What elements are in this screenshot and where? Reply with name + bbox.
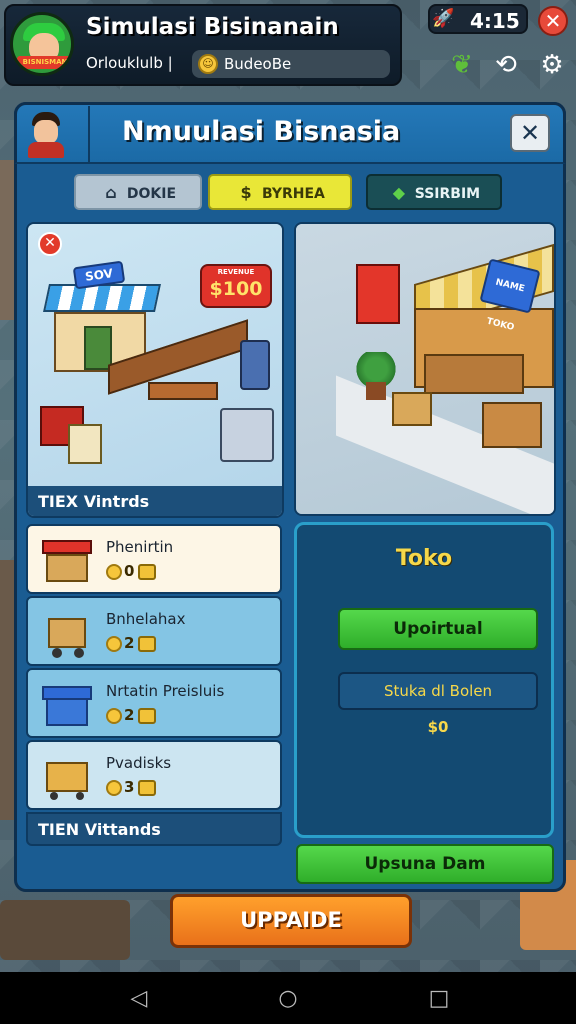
- close-icon[interactable]: ✕: [538, 6, 568, 36]
- list-item[interactable]: Phenirtin 0: [26, 524, 282, 594]
- item-name: Bnhelahax: [106, 610, 186, 628]
- tier-scene: SOV REVENUE $100 ✕: [28, 224, 282, 486]
- list-item[interactable]: Bnhelahax 2: [26, 596, 282, 666]
- rocket-icon: 🚀: [432, 8, 455, 29]
- upgrade-button[interactable]: Upoirtual: [338, 608, 538, 650]
- tab-gems[interactable]: ◆ SSIRBIM: [366, 174, 502, 210]
- diamond-icon: ◆: [392, 183, 406, 202]
- atm-icon: [220, 408, 274, 462]
- time-display: 🚀 4:15: [428, 4, 528, 34]
- price-value: $100: [209, 278, 263, 300]
- coin-display: ☺ BudeoBe: [192, 50, 390, 78]
- tab-money-label: BYRHEA: [261, 186, 325, 202]
- player-avatar[interactable]: BISNISMAN: [10, 12, 74, 76]
- coin-label: BudeoBe: [224, 55, 292, 73]
- list-item[interactable]: Pvadisks 3: [26, 740, 282, 810]
- money-plant-icon[interactable]: ❦: [444, 48, 480, 82]
- shelf-icon: [482, 402, 542, 448]
- share-icon[interactable]: ⟲: [488, 48, 524, 82]
- item-name: Pvadisks: [106, 754, 172, 772]
- market-stall-icon: [38, 534, 96, 586]
- tab-money[interactable]: $ BYRHEA: [208, 174, 352, 210]
- red-sign-icon: [356, 264, 400, 324]
- vending-machine-icon: [240, 340, 270, 390]
- tab-store[interactable]: ⌂ DOKIE: [74, 174, 202, 210]
- tab-store-label: DOKIE: [126, 186, 177, 202]
- shop-title: Toko: [395, 546, 453, 571]
- stock-value: $0: [427, 718, 449, 736]
- tier-preview-card[interactable]: SOV REVENUE $100 ✕ TIEX Vintrds: [26, 222, 284, 518]
- basket-icon: [38, 750, 96, 802]
- bench-icon: [108, 319, 248, 412]
- home-icon[interactable]: ○: [273, 984, 303, 1014]
- shop-interior-card[interactable]: NAME TOKO: [294, 222, 556, 516]
- gear-icon[interactable]: ⚙: [534, 48, 570, 82]
- tier-footer-label: TIEN Vittands: [26, 812, 282, 846]
- tab-gems-label: SSIRBIM: [414, 186, 481, 202]
- item-stats: 2: [106, 706, 157, 724]
- buy-button[interactable]: Upsuna Dam: [296, 844, 554, 884]
- item-name: Phenirtin: [106, 538, 174, 556]
- item-stats: 2: [106, 634, 157, 652]
- player-subtitle: Orlouklulb |: [86, 54, 173, 72]
- cart-icon: [38, 606, 96, 658]
- crate-icon: [68, 424, 102, 464]
- panel-close-button[interactable]: ✕: [510, 114, 550, 152]
- list-item[interactable]: Nrtatin Preisluis 2: [26, 668, 282, 738]
- tier-label: TIEX Vintrds: [28, 486, 282, 516]
- panel-title: Nmuulasi Bisnasia: [122, 116, 401, 147]
- warehouse-icon: [38, 678, 96, 730]
- back-icon[interactable]: ◁: [124, 984, 154, 1014]
- coin-icon: ☺: [198, 54, 218, 74]
- store-icon: ⌂: [105, 183, 117, 202]
- avatar-tag: BISNISMAN: [17, 56, 71, 69]
- item-stats: 0: [106, 562, 157, 580]
- clock-time: 4:15: [470, 9, 520, 33]
- shop-scene: NAME TOKO: [296, 224, 554, 514]
- money-icon: $: [240, 183, 252, 202]
- item-name: Nrtatin Preisluis: [106, 682, 225, 700]
- header-divider: [88, 106, 90, 162]
- boxes-icon: [392, 392, 432, 426]
- price-bubble: REVENUE $100: [200, 264, 272, 308]
- game-title: Simulasi Bisinanain: [86, 14, 339, 40]
- manager-avatar: [20, 110, 74, 160]
- stock-label: Stuka dl Bolen: [338, 672, 538, 710]
- recents-icon[interactable]: □: [424, 984, 454, 1014]
- item-stats: 3: [106, 778, 157, 796]
- remove-badge-icon[interactable]: ✕: [38, 232, 62, 256]
- main-upgrade-button[interactable]: UPPAIDE: [170, 894, 412, 948]
